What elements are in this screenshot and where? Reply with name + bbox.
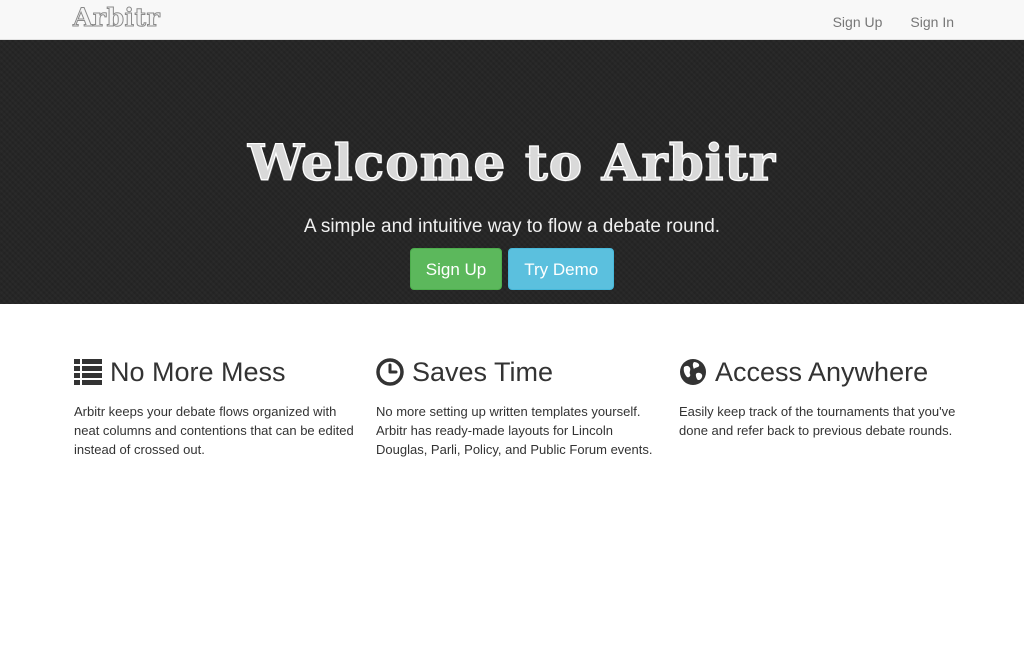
feature-access-anywhere: Access Anywhere Easily keep track of the… <box>679 354 959 440</box>
list-icon <box>74 359 102 385</box>
nav-links: Sign Up Sign In <box>805 0 954 40</box>
brand-logo[interactable]: Arbitr <box>72 3 160 33</box>
feature-title: Saves Time <box>412 356 554 387</box>
feature-description: No more setting up written templates you… <box>376 404 653 457</box>
nav-sign-in-link[interactable]: Sign In <box>910 0 954 40</box>
features-section: No More Mess Arbitr keeps your debate fl… <box>0 304 1024 669</box>
feature-title: No More Mess <box>110 356 286 387</box>
feature-description: Arbitr keeps your debate flows organized… <box>74 404 354 457</box>
nav-sign-up-link[interactable]: Sign Up <box>833 0 883 40</box>
hero-buttons: Sign Up Try Demo <box>0 248 1024 290</box>
try-demo-button[interactable]: Try Demo <box>508 248 615 290</box>
feature-heading: Access Anywhere <box>679 354 959 390</box>
globe-icon <box>680 359 706 385</box>
hero-subtitle: A simple and intuitive way to flow a deb… <box>303 216 721 237</box>
feature-heading: No More Mess <box>74 354 354 390</box>
hero-title: Welcome to Arbitr <box>247 133 777 192</box>
feature-no-more-mess: No More Mess Arbitr keeps your debate fl… <box>74 354 354 459</box>
hero-section: Welcome to Arbitr A simple and intuitive… <box>0 40 1024 304</box>
feature-saves-time: Saves Time No more setting up written te… <box>376 354 656 459</box>
feature-description: Easily keep track of the tournaments tha… <box>679 404 956 438</box>
feature-heading: Saves Time <box>376 354 656 390</box>
sign-up-button[interactable]: Sign Up <box>409 248 503 290</box>
navbar: Arbitr Sign Up Sign In <box>0 0 1024 40</box>
clock-icon <box>376 358 404 386</box>
feature-title: Access Anywhere <box>715 356 929 387</box>
